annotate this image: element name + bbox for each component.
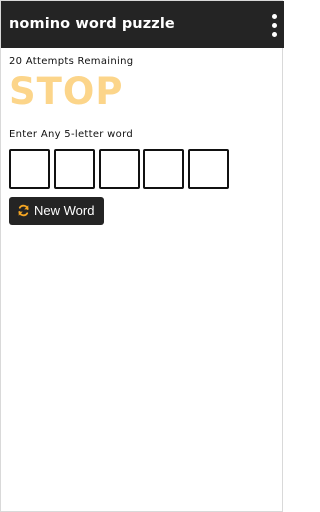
new-word-label: New Word [34, 203, 95, 218]
letter-tile-2[interactable] [54, 149, 95, 189]
menu-dot [272, 32, 277, 37]
menu-dot [272, 14, 277, 19]
status-word: STOP [9, 70, 124, 113]
letter-tile-5[interactable] [188, 149, 229, 189]
menu-dot [272, 23, 277, 28]
letter-tile-4[interactable] [143, 149, 184, 189]
app-bar: nomino word puzzle [1, 1, 284, 48]
screen-frame: nomino word puzzle 20 Attempts Remaining… [0, 0, 284, 512]
word-entry-prompt: Enter Any 5-letter word [9, 129, 133, 140]
more-vert-icon[interactable] [266, 9, 284, 41]
new-word-button[interactable]: New Word [9, 197, 104, 225]
app-title: nomino word puzzle [9, 16, 175, 32]
refresh-icon [18, 204, 29, 217]
letter-tile-3[interactable] [99, 149, 140, 189]
letter-tile-1[interactable] [9, 149, 50, 189]
attempts-remaining-text: 20 Attempts Remaining [9, 56, 134, 67]
